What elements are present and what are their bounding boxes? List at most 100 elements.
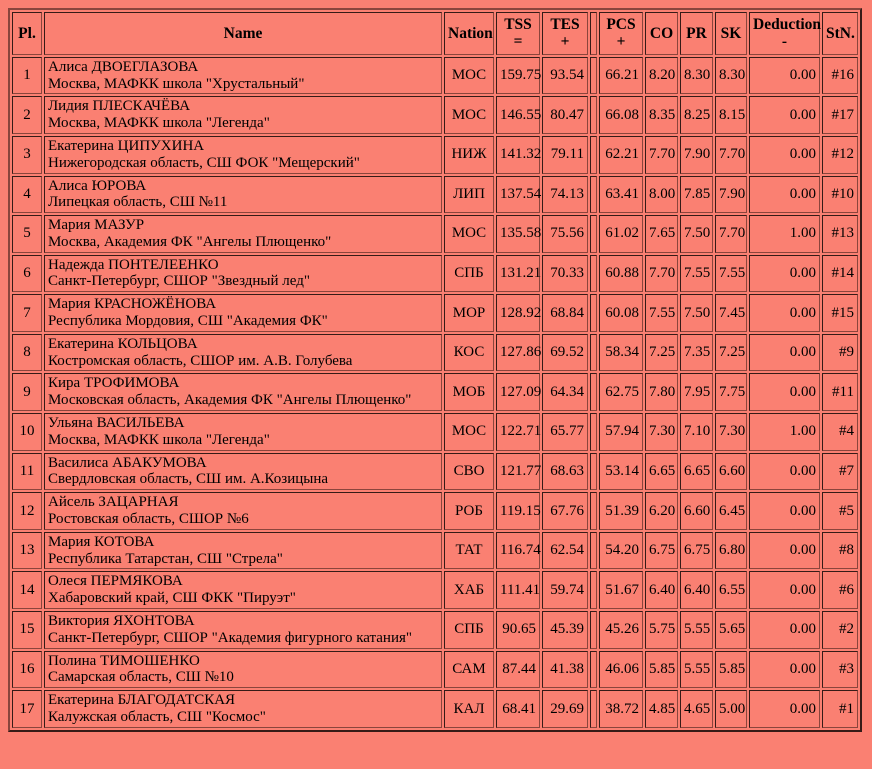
cell-sk: 7.45 [715, 294, 747, 332]
cell-name: Мария КРАСНОЖЁНОВА Республика Мордовия, С… [44, 294, 442, 332]
cell-deduction: 0.00 [749, 175, 820, 214]
cell-spacer [590, 135, 597, 174]
cell-pr: 6.60 [680, 492, 713, 530]
cell-deduction: 0.00 [749, 690, 820, 728]
cell-spacer [590, 56, 597, 95]
cell-pcs: 66.08 [599, 96, 643, 134]
cell-nation: МОБ [444, 373, 494, 412]
skater-name: Василиса АБАКУМОВА [48, 454, 207, 471]
cell-place: 13 [12, 531, 42, 570]
column-header-name: Name [44, 12, 442, 55]
table-row: 13 Мария КОТОВА Республика Татарстан, СШ "… [12, 531, 858, 570]
cell-starting-number: #10 [822, 175, 858, 214]
cell-name: Олеся ПЕРМЯКОВА Хабаровский край, СШ ФКК … [44, 571, 442, 610]
table-row: 11 Василиса АБАКУМОВА Свердловская область… [12, 452, 858, 491]
cell-co: 7.65 [645, 215, 678, 253]
column-header-tes: TES + [542, 12, 588, 55]
skater-club: Санкт-Петербург, СШОР "Звездный лед" [48, 273, 310, 290]
cell-place: 14 [12, 571, 42, 610]
skater-club: Нижегородская область, СШ ФОК "Мещерский… [48, 154, 360, 171]
skater-club: Республика Мордовия, СШ "Академия ФК" [48, 313, 328, 330]
cell-nation: ХАБ [444, 571, 494, 610]
cell-starting-number: #12 [822, 135, 858, 174]
table-row: 9 Кира ТРОФИМОВА Московская область, Акаде… [12, 373, 858, 412]
column-header-stn-label: StN. [826, 24, 855, 42]
cell-place: 10 [12, 413, 42, 451]
cell-name: Екатерина ЦИПУХИНА Нижегородская область,… [44, 135, 442, 174]
cell-tss: 116.74 [496, 531, 541, 570]
cell-deduction: 0.00 [749, 571, 820, 610]
cell-starting-number: #13 [822, 215, 858, 253]
results-page: Pl. Name Nation TSS = TES + PCS + CO PR … [0, 0, 872, 769]
cell-tes: 93.54 [542, 56, 588, 95]
cell-place: 16 [12, 650, 42, 689]
cell-place: 9 [12, 373, 42, 412]
cell-name: Екатерина КОЛЬЦОВА Костромская область, С… [44, 333, 442, 372]
cell-starting-number: #4 [822, 413, 858, 451]
skater-name: Надежда ПОНТЕЛЕЕНКО [48, 256, 219, 273]
cell-pr: 6.75 [680, 531, 713, 570]
table-row: 12 Айсель ЗАЦАРНАЯ Ростовская область, СШО… [12, 492, 858, 530]
table-body: 1 Алиса ДВОЕГЛАЗОВА Москва, МАФКК школа "Х… [12, 56, 858, 728]
cell-nation: МОС [444, 96, 494, 134]
cell-nation: МОС [444, 413, 494, 451]
cell-tes: 67.76 [542, 492, 588, 530]
cell-sk: 7.55 [715, 254, 747, 293]
cell-tes: 64.34 [542, 373, 588, 412]
column-header-pcs: PCS + [599, 12, 643, 55]
cell-sk: 8.15 [715, 96, 747, 134]
cell-co: 7.55 [645, 294, 678, 332]
skater-club: Ростовская область, СШОР №6 [48, 511, 249, 528]
cell-tss: 128.92 [496, 294, 541, 332]
cell-pcs: 58.34 [599, 333, 643, 372]
cell-tss: 131.21 [496, 254, 541, 293]
cell-place: 4 [12, 175, 42, 214]
table-row: 16 Полина ТИМОШЕНКО Самарская область, СШ … [12, 650, 858, 689]
cell-pr: 7.85 [680, 175, 713, 214]
cell-pcs: 60.08 [599, 294, 643, 332]
table-row: 5 Мария МАЗУР Москва, Академия ФК "Ангелы … [12, 215, 858, 253]
cell-deduction: 0.00 [749, 492, 820, 530]
cell-co: 6.40 [645, 571, 678, 610]
skater-club: Москва, МАФКК школа "Легенда" [48, 115, 270, 132]
column-header-deduction-label: Deduction [753, 16, 822, 33]
cell-place: 12 [12, 492, 42, 530]
cell-pr: 7.90 [680, 135, 713, 174]
cell-tss: 159.75 [496, 56, 541, 95]
skater-name: Лидия ПЛЕСКАЧЁВА [48, 98, 191, 115]
cell-sk: 7.70 [715, 135, 747, 174]
column-header-tss: TSS = [496, 12, 540, 55]
cell-tss: 121.77 [496, 452, 541, 491]
skater-name: Екатерина ЦИПУХИНА [48, 137, 205, 154]
cell-co: 6.75 [645, 531, 678, 570]
skater-club: Москва, Академия ФК "Ангелы Плющенко" [48, 233, 332, 250]
cell-co: 8.35 [645, 96, 678, 134]
cell-co: 7.25 [645, 333, 678, 372]
column-header-co-label: CO [649, 24, 674, 42]
cell-nation: САМ [444, 650, 494, 689]
cell-tss: 119.15 [496, 492, 541, 530]
skater-name: Мария МАЗУР [48, 217, 145, 234]
cell-sk: 5.65 [715, 611, 747, 649]
column-header-tss-sub: = [513, 33, 523, 51]
cell-spacer [590, 690, 597, 728]
cell-pcs: 66.21 [599, 56, 643, 95]
cell-pr: 7.95 [680, 373, 713, 412]
cell-place: 2 [12, 96, 42, 134]
skater-club: Липецкая область, СШ №11 [48, 194, 228, 211]
cell-name: Алиса ЮРОВА Липецкая область, СШ №11 [44, 175, 442, 214]
cell-pr: 8.25 [680, 96, 713, 134]
cell-pcs: 53.14 [599, 452, 643, 491]
cell-spacer [590, 254, 597, 293]
cell-pcs: 45.26 [599, 611, 643, 649]
skater-name: Айсель ЗАЦАРНАЯ [48, 494, 179, 511]
cell-tss: 135.58 [496, 215, 541, 253]
cell-place: 6 [12, 254, 42, 293]
cell-place: 1 [12, 56, 42, 95]
cell-place: 5 [12, 215, 42, 253]
skater-name: Олеся ПЕРМЯКОВА [48, 573, 183, 590]
table-row: 2 Лидия ПЛЕСКАЧЁВА Москва, МАФКК школа "Ле… [12, 96, 858, 134]
cell-nation: СВО [444, 452, 494, 491]
column-header-pl: Pl. [12, 12, 42, 55]
cell-nation: СПБ [444, 611, 494, 649]
